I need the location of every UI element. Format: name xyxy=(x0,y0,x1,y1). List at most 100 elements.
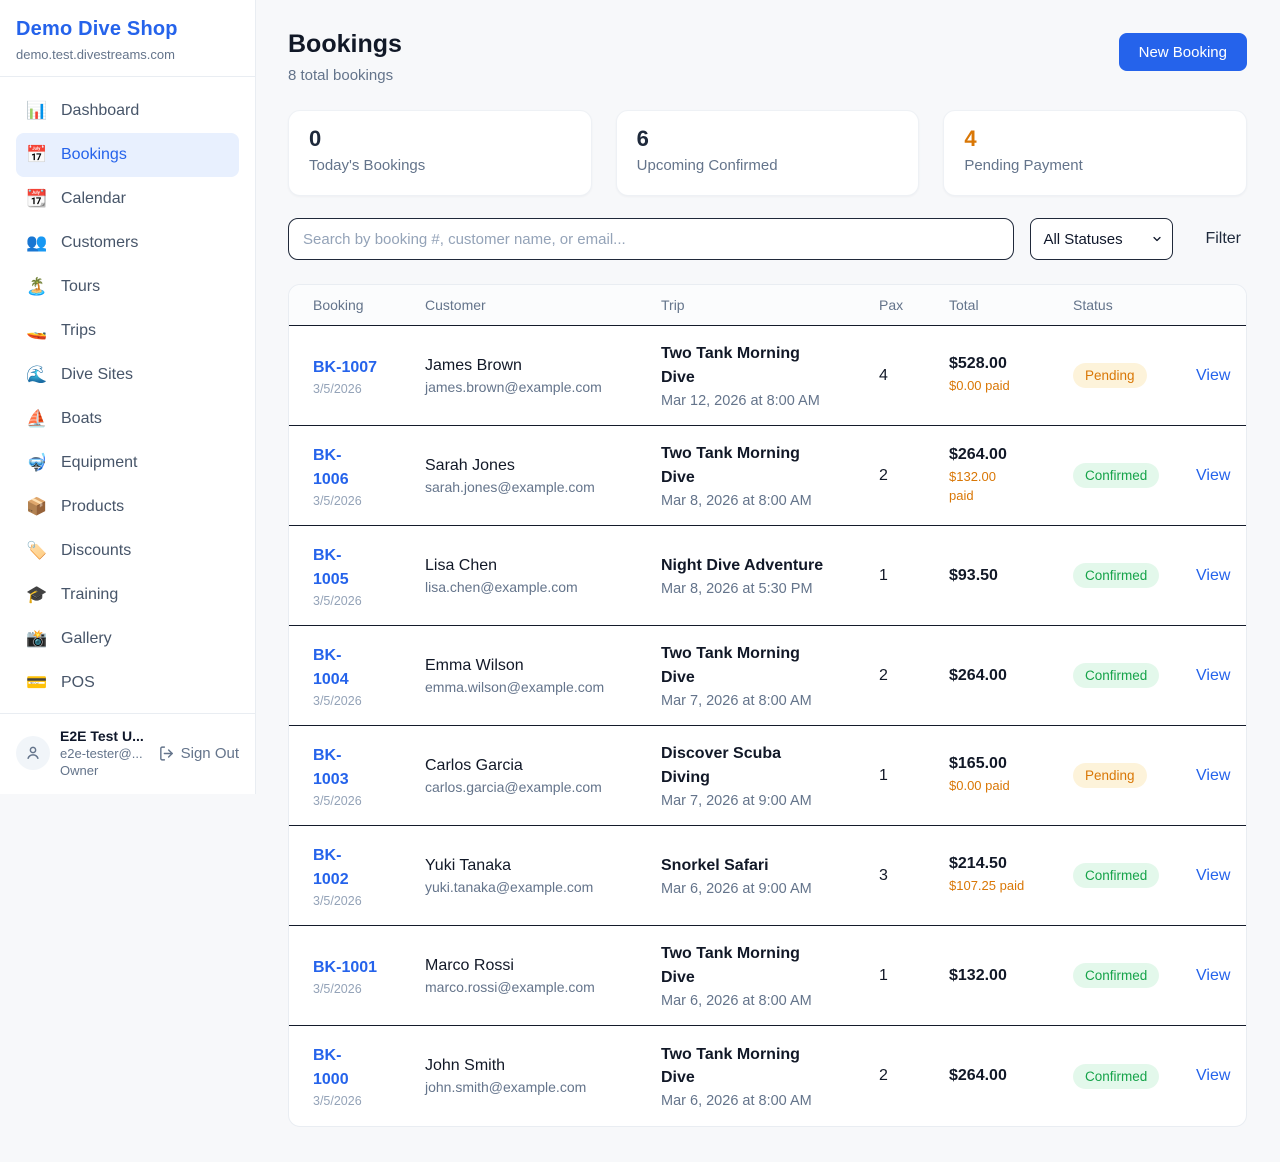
sidebar-item-boats[interactable]: ⛵ Boats xyxy=(16,397,239,441)
trip-datetime: Mar 8, 2026 at 8:00 AM xyxy=(661,493,879,509)
sidebar-item-equipment[interactable]: 🤿 Equipment xyxy=(16,441,239,485)
trip-cell: Two Tank Morning Dive Mar 8, 2026 at 8:0… xyxy=(661,442,879,508)
page-header: Bookings 8 total bookings New Booking xyxy=(288,30,1247,84)
trip-cell: Discover Scuba Diving Mar 7, 2026 at 9:0… xyxy=(661,742,879,808)
table-row: BK-1007 3/5/2026 James Brown james.brown… xyxy=(289,326,1246,426)
total-amount: $264.00 xyxy=(949,1067,1073,1085)
search-input[interactable] xyxy=(288,218,1014,260)
customer-cell: Marco Rossi marco.rossi@example.com xyxy=(425,957,661,995)
sidebar-item-label: Training xyxy=(61,586,118,604)
stat-label: Pending Payment xyxy=(964,157,1226,174)
stats-row: 0 Today's Bookings 6 Upcoming Confirmed … xyxy=(288,110,1247,196)
booking-id-link[interactable]: BK- 1006 xyxy=(313,444,425,492)
trip-datetime: Mar 6, 2026 at 8:00 AM xyxy=(661,1093,879,1109)
sidebar-item-discounts[interactable]: 🏷️ Discounts xyxy=(16,529,239,573)
customer-email: john.smith@example.com xyxy=(425,1079,661,1095)
booking-cell: BK- 1000 3/5/2026 xyxy=(313,1044,425,1108)
customer-name: Emma Wilson xyxy=(425,657,661,675)
status-select[interactable]: All Statuses xyxy=(1030,218,1173,260)
booking-id-link[interactable]: BK-1007 xyxy=(313,356,425,380)
view-link[interactable]: View xyxy=(1196,767,1230,784)
credit-card-icon: 💳 xyxy=(26,673,48,693)
sidebar-item-calendar[interactable]: 📆 Calendar xyxy=(16,177,239,221)
view-link[interactable]: View xyxy=(1196,867,1230,884)
customer-name: Carlos Garcia xyxy=(425,757,661,775)
sidebar-item-label: Bookings xyxy=(61,146,127,164)
sidebar-item-label: Products xyxy=(61,498,124,516)
customer-cell: James Brown james.brown@example.com xyxy=(425,357,661,395)
trip-name: Two Tank Morning Dive xyxy=(661,642,879,688)
customer-cell: John Smith john.smith@example.com xyxy=(425,1057,661,1095)
total-amount: $214.50 xyxy=(949,855,1073,873)
sidebar-item-training[interactable]: 🎓 Training xyxy=(16,573,239,617)
camera-icon: 📸 xyxy=(26,629,48,649)
view-link[interactable]: View xyxy=(1196,667,1230,684)
booking-cell: BK- 1003 3/5/2026 xyxy=(313,744,425,808)
sidebar-item-label: POS xyxy=(61,674,95,692)
paid-amount: $132.00 paid xyxy=(949,468,1073,504)
sidebar-item-dashboard[interactable]: 📊 Dashboard xyxy=(16,89,239,133)
stat-card: 4 Pending Payment xyxy=(943,110,1247,196)
view-link[interactable]: View xyxy=(1196,567,1230,584)
total-cell: $132.00 xyxy=(949,967,1073,985)
view-link[interactable]: View xyxy=(1196,967,1230,984)
booking-cell: BK-1001 3/5/2026 xyxy=(313,956,425,996)
shop-domain: demo.test.divestreams.com xyxy=(16,47,239,62)
trip-datetime: Mar 12, 2026 at 8:00 AM xyxy=(661,393,879,409)
sidebar-item-tours[interactable]: 🏝️ Tours xyxy=(16,265,239,309)
table-row: BK- 1003 3/5/2026 Carlos Garcia carlos.g… xyxy=(289,726,1246,826)
booking-id-link[interactable]: BK- 1003 xyxy=(313,744,425,792)
filter-button[interactable]: Filter xyxy=(1199,230,1247,248)
sign-out-button[interactable]: Sign Out xyxy=(158,745,239,762)
tag-icon: 🏷️ xyxy=(26,541,48,561)
view-link[interactable]: View xyxy=(1196,367,1230,384)
sidebar: Demo Dive Shop demo.test.divestreams.com… xyxy=(0,0,256,794)
stat-label: Today's Bookings xyxy=(309,157,571,174)
trip-name: Discover Scuba Diving xyxy=(661,742,879,788)
status-cell: Confirmed xyxy=(1073,963,1196,988)
booking-id-link[interactable]: BK- 1000 xyxy=(313,1044,425,1092)
sidebar-item-dive-sites[interactable]: 🌊 Dive Sites xyxy=(16,353,239,397)
actions-cell: View xyxy=(1196,1067,1246,1085)
status-badge: Confirmed xyxy=(1073,863,1159,888)
sidebar-item-bookings[interactable]: 📅 Bookings xyxy=(16,133,239,177)
status-cell: Pending xyxy=(1073,363,1196,388)
customer-cell: Carlos Garcia carlos.garcia@example.com xyxy=(425,757,661,795)
sidebar-item-pos[interactable]: 💳 POS xyxy=(16,661,239,705)
booking-id-link[interactable]: BK- 1004 xyxy=(313,644,425,692)
sidebar-item-label: Tours xyxy=(61,278,100,296)
user-name: E2E Test U... xyxy=(60,728,148,744)
avatar xyxy=(16,736,50,770)
user-box: E2E Test U... e2e-tester@... Owner Sign … xyxy=(0,713,255,794)
booking-id-link[interactable]: BK-1001 xyxy=(313,956,425,980)
sidebar-item-gallery[interactable]: 📸 Gallery xyxy=(16,617,239,661)
sidebar-item-products[interactable]: 📦 Products xyxy=(16,485,239,529)
pax-cell: 1 xyxy=(879,567,949,585)
sign-out-label: Sign Out xyxy=(181,745,239,762)
view-link[interactable]: View xyxy=(1196,1067,1230,1084)
status-badge: Confirmed xyxy=(1073,463,1159,488)
trip-cell: Two Tank Morning Dive Mar 6, 2026 at 8:0… xyxy=(661,942,879,1008)
status-cell: Confirmed xyxy=(1073,563,1196,588)
view-link[interactable]: View xyxy=(1196,467,1230,484)
status-badge: Confirmed xyxy=(1073,963,1159,988)
sidebar-item-label: Equipment xyxy=(61,454,138,472)
user-info: E2E Test U... e2e-tester@... Owner xyxy=(60,728,148,778)
booking-date: 3/5/2026 xyxy=(313,594,425,608)
sidebar-item-trips[interactable]: 🚤 Trips xyxy=(16,309,239,353)
pax-cell: 4 xyxy=(879,367,949,385)
customer-cell: Sarah Jones sarah.jones@example.com xyxy=(425,457,661,495)
booking-id-link[interactable]: BK- 1002 xyxy=(313,844,425,892)
customer-cell: Emma Wilson emma.wilson@example.com xyxy=(425,657,661,695)
status-cell: Confirmed xyxy=(1073,863,1196,888)
booking-id-link[interactable]: BK- 1005 xyxy=(313,544,425,592)
sidebar-item-label: Dive Sites xyxy=(61,366,133,384)
people-icon: 👥 xyxy=(26,233,48,253)
new-booking-button[interactable]: New Booking xyxy=(1119,33,1247,71)
page-subtitle: 8 total bookings xyxy=(288,67,402,84)
sidebar-item-label: Boats xyxy=(61,410,102,428)
sidebar-item-customers[interactable]: 👥 Customers xyxy=(16,221,239,265)
speedboat-icon: 🚤 xyxy=(26,321,48,341)
actions-cell: View xyxy=(1196,667,1246,685)
booking-date: 3/5/2026 xyxy=(313,982,425,996)
